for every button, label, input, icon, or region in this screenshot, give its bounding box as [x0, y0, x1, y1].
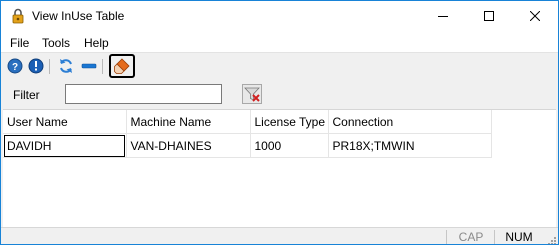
- svg-text:?: ?: [12, 62, 18, 73]
- info-button[interactable]: [27, 57, 45, 75]
- menu-help[interactable]: Help: [84, 36, 109, 50]
- cap-indicator: CAP: [446, 230, 495, 244]
- column-header-license-type[interactable]: License Type: [250, 110, 329, 134]
- resize-grip-icon[interactable]: [546, 234, 556, 244]
- table-cell[interactable]: DAVIDH: [3, 133, 127, 158]
- toolbar: ?: [1, 52, 558, 80]
- refresh-icon: [60, 59, 72, 73]
- inuse-table: User Name Machine Name License Type Conn…: [3, 109, 556, 228]
- close-button[interactable]: [512, 1, 558, 31]
- table-cell[interactable]: PR18X;TMWIN: [328, 133, 492, 158]
- lock-app-icon: [10, 8, 26, 24]
- minimize-button[interactable]: [420, 1, 466, 31]
- minimize-icon: [438, 16, 448, 17]
- clear-filter-button[interactable]: [242, 84, 262, 104]
- help-button[interactable]: ?: [6, 57, 24, 75]
- maximize-icon: [484, 11, 494, 21]
- column-header-machine-name[interactable]: Machine Name: [126, 110, 251, 134]
- title-bar: View InUse Table: [1, 1, 558, 31]
- minus-icon: [81, 63, 97, 69]
- close-icon: [530, 11, 540, 21]
- app-window: View InUse Table File Tools Help ? Filte…: [0, 0, 559, 245]
- maximize-button[interactable]: [466, 1, 512, 31]
- clear-filter-icon: [242, 84, 262, 104]
- table-cell[interactable]: 1000: [250, 133, 329, 158]
- menu-tools[interactable]: Tools: [42, 36, 70, 50]
- menu-bar: File Tools Help: [1, 31, 558, 52]
- info-icon: [28, 58, 44, 74]
- status-bar: CAP NUM: [1, 227, 558, 244]
- filter-label: Filter: [13, 88, 40, 102]
- column-header-connection[interactable]: Connection: [328, 110, 492, 134]
- help-icon: ?: [7, 58, 23, 74]
- filter-input[interactable]: [65, 84, 222, 104]
- remove-button[interactable]: [80, 57, 98, 75]
- table-row[interactable]: DAVIDH VAN-DHAINES 1000 PR18X;TMWIN: [3, 133, 492, 158]
- header-row: User Name Machine Name License Type Conn…: [3, 110, 492, 134]
- data-grid: User Name Machine Name License Type Conn…: [3, 110, 492, 158]
- num-indicator: NUM: [494, 230, 543, 244]
- toolbar-separator: [49, 59, 50, 74]
- toolbar-separator: [102, 59, 103, 74]
- menu-file[interactable]: File: [10, 36, 29, 50]
- refresh-button[interactable]: [57, 57, 75, 75]
- table-cell[interactable]: VAN-DHAINES: [126, 133, 251, 158]
- filter-bar: Filter: [1, 79, 558, 109]
- clear-button[interactable]: [113, 57, 131, 75]
- column-header-user-name[interactable]: User Name: [3, 110, 127, 134]
- eraser-icon: [114, 58, 130, 74]
- window-title: View InUse Table: [32, 9, 125, 23]
